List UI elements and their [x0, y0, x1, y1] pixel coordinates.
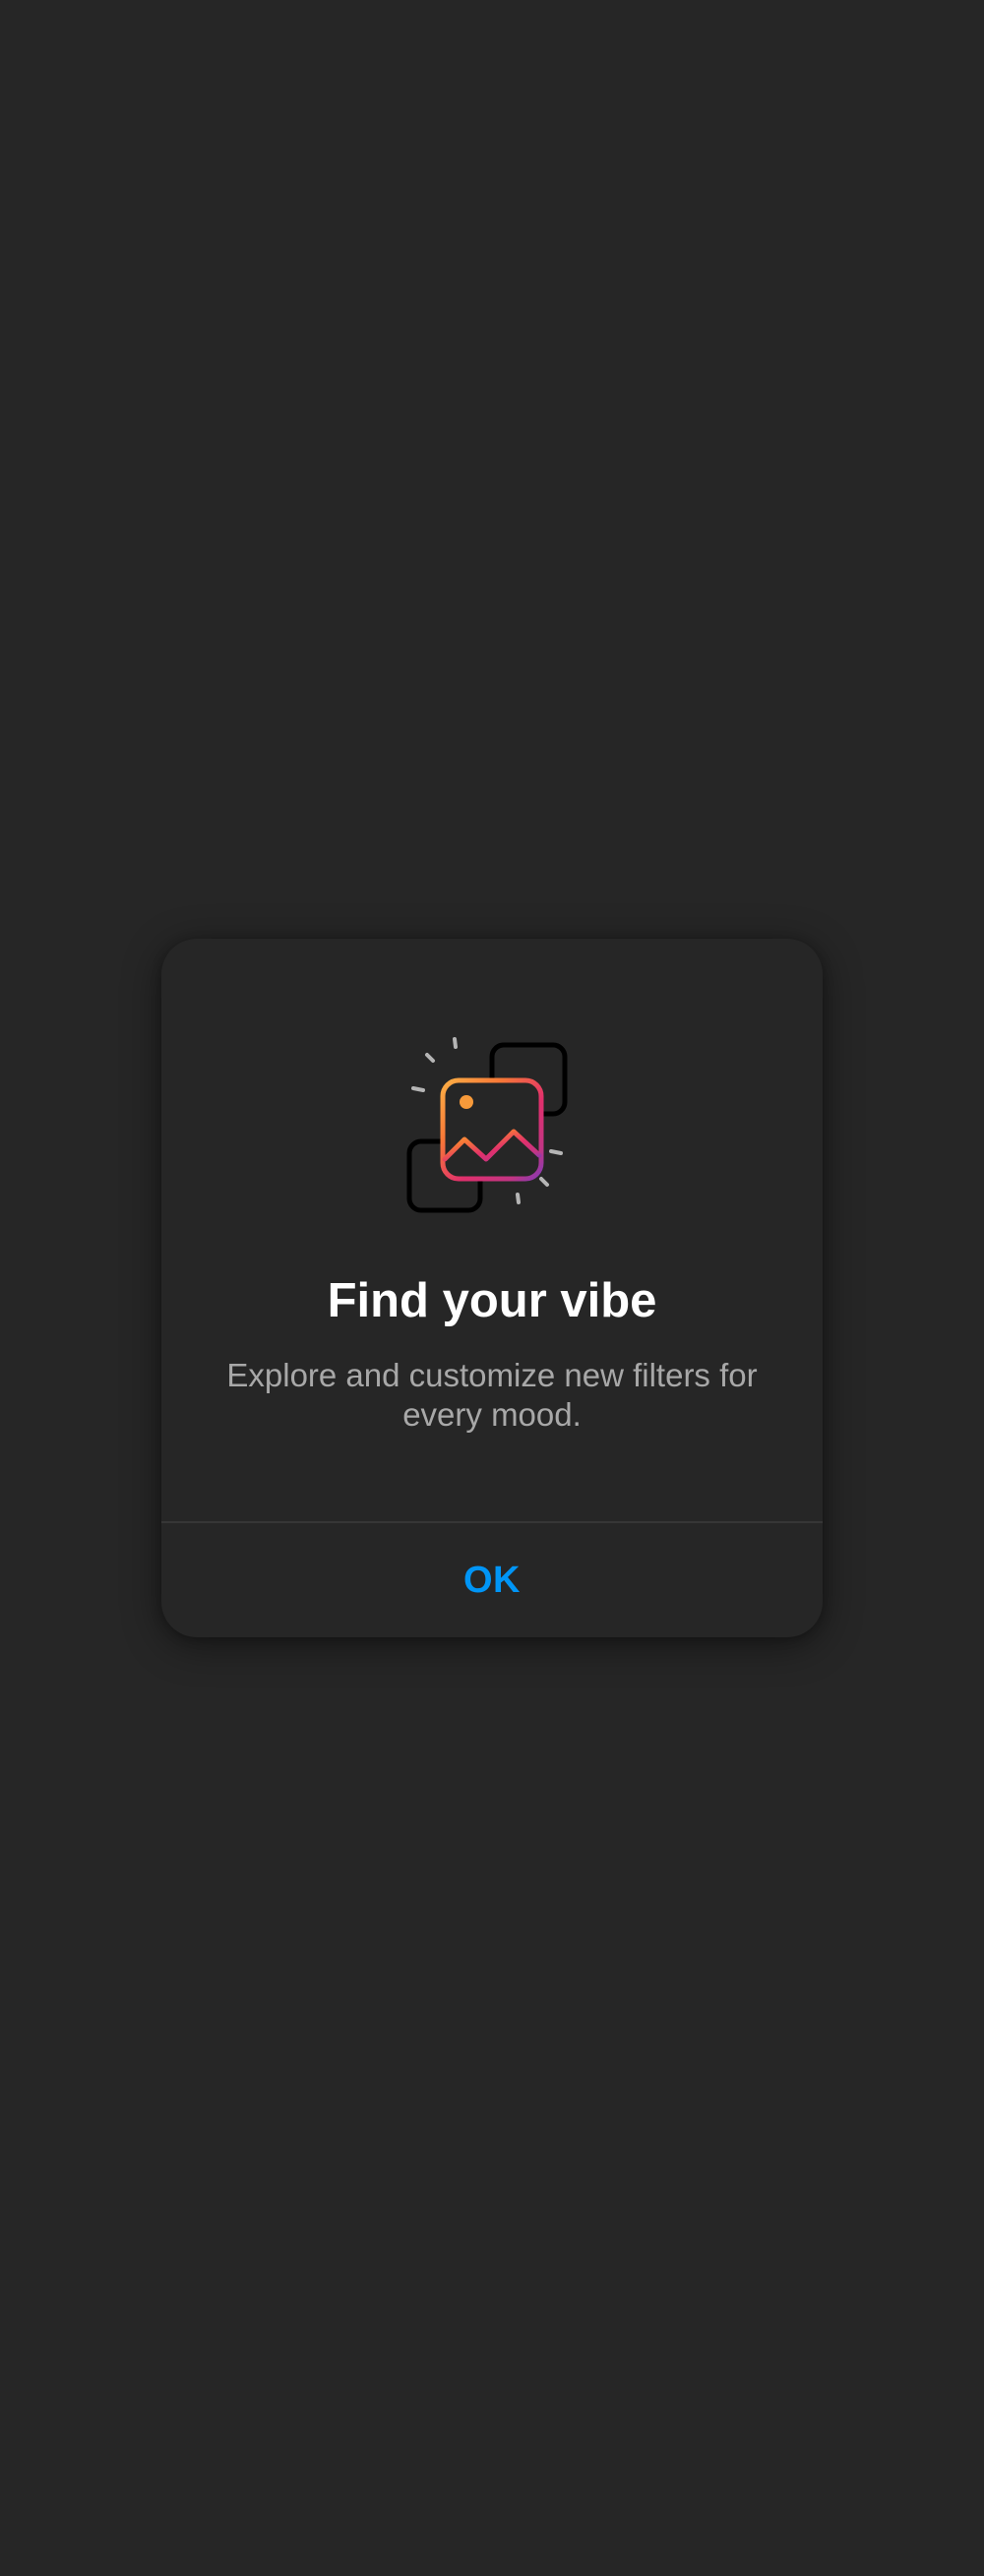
dialog-title: Find your vibe	[327, 1274, 657, 1327]
ok-button[interactable]: OK	[161, 1523, 823, 1637]
filters-photo-icon	[394, 1029, 590, 1226]
find-your-vibe-dialog: Find your vibe Explore and customize new…	[161, 939, 823, 1637]
dialog-message: Explore and customize new filters for ev…	[226, 1357, 758, 1433]
